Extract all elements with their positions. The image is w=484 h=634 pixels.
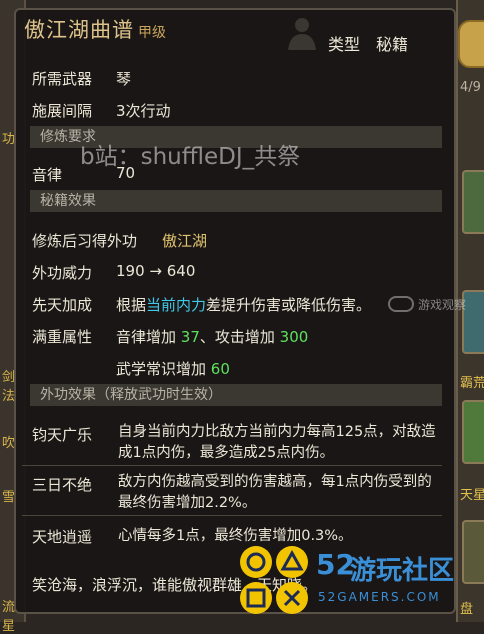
item-title: 傲江湖曲谱 甲级 (24, 14, 166, 44)
type-value: 秘籍 (376, 35, 409, 54)
bilibili-watermark: b站：shuffleDJ_共祭 (80, 144, 301, 170)
interval-value: 3次行动 (116, 102, 171, 120)
site-watermark: 游戏观察 (418, 298, 467, 312)
learn-label: 修炼后习得外功 (32, 232, 138, 250)
full-a-prefix: 音律增加 (116, 328, 181, 346)
master-avatar-icon (288, 18, 316, 50)
effect-name: 天地逍遥 (32, 528, 93, 546)
effect-name: 钧天广乐 (32, 426, 93, 444)
learn-value: 傲江湖 (162, 232, 208, 250)
music-value: 70 (116, 164, 136, 182)
innate-text: 根据当前内力差提升伤害或降低伤害。 (116, 294, 371, 315)
logo-name: 游玩社区 (350, 556, 455, 586)
divider (22, 465, 442, 466)
bag-icon[interactable] (458, 20, 484, 68)
innate-highlight: 当前内力 (146, 296, 207, 314)
full-a-value: 37 (180, 328, 200, 346)
effect-text: 自身当前内力比敌方当前内力每高125点，对敌造成1点内伤，最多造成25点内伤。 (118, 424, 436, 461)
full-line-2: 武学常识增加 60 (116, 358, 230, 379)
full-b-value: 300 (279, 328, 309, 346)
inventory-count: 4/9 (460, 80, 481, 95)
interval-label: 施展间隔 (32, 102, 93, 120)
weapon-value: 琴 (116, 70, 132, 88)
full-c-value: 60 (210, 360, 230, 378)
power-label: 外功威力 (32, 264, 93, 282)
effect-text: 敌方内伤越高受到的伤害越高，每1点内伤受到的最终伤害增加2.2%。 (118, 474, 432, 511)
music-label: 音律 (32, 166, 63, 184)
inventory-slot[interactable] (462, 400, 484, 464)
weapon-label: 所需武器 (32, 70, 93, 88)
site-logo-icon (388, 296, 414, 312)
divider (22, 515, 442, 516)
full-label: 满重属性 (32, 328, 93, 346)
power-value: 190 → 640 (116, 262, 196, 280)
section-outer-effect: 外功效果（释放武功时生效） (30, 384, 442, 406)
innate-prefix: 根据 (116, 296, 147, 314)
item-name: 傲江湖曲谱 (24, 18, 134, 42)
type-label: 类型 (328, 35, 361, 54)
effect-name: 三日不绝 (32, 476, 93, 494)
full-line-1: 音律增加 37、攻击增加 300 (116, 326, 308, 347)
bg-fragment: 天星 (460, 488, 484, 503)
inventory-slot[interactable] (462, 170, 484, 234)
item-grade: 甲级 (138, 25, 166, 41)
innate-label: 先天加成 (32, 296, 93, 314)
full-c-prefix: 武学常识增加 (116, 360, 211, 378)
section-secret-effect: 秘籍效果 (30, 190, 442, 212)
bg-fragment: 霸荒 (460, 376, 484, 391)
innate-suffix: 差提升伤害或降低伤害。 (206, 296, 372, 314)
logo-domain: 52GAMERS.COM (318, 590, 441, 604)
full-b-prefix: 、攻击增加 (199, 328, 280, 346)
